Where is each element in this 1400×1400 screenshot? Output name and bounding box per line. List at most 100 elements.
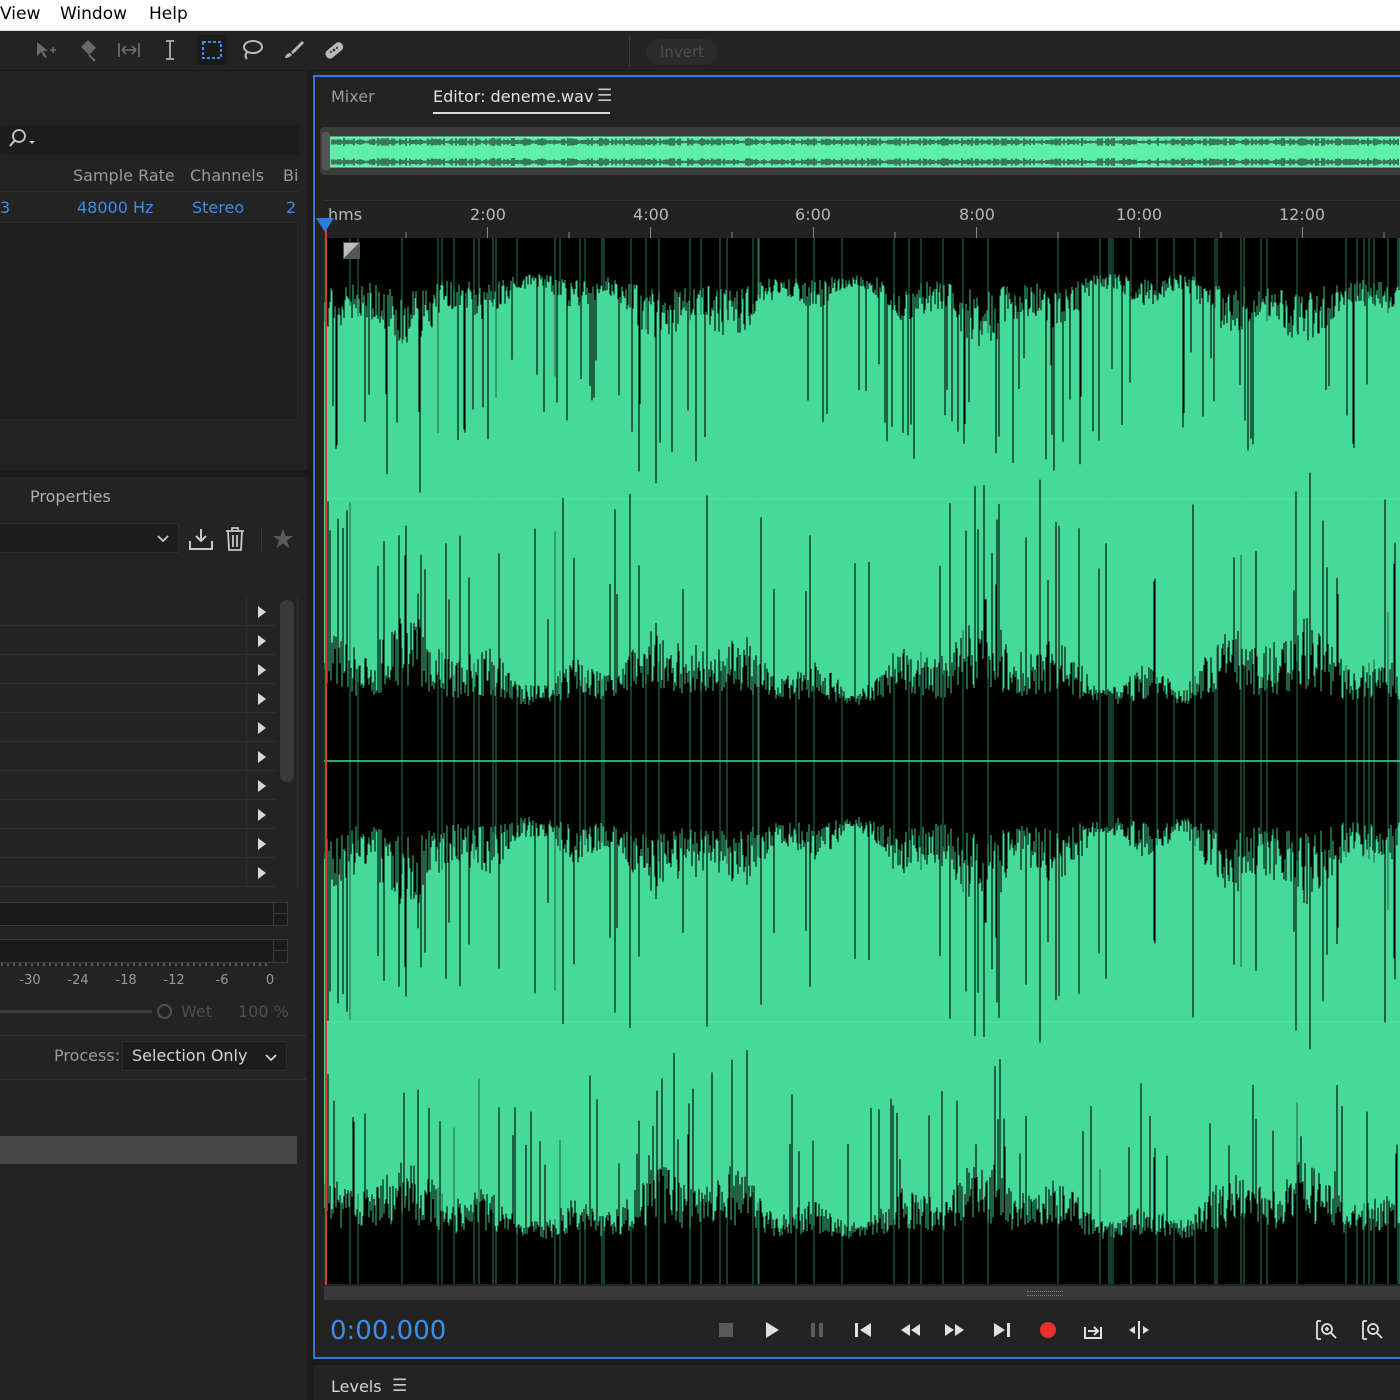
files-search-input[interactable] [0, 125, 299, 155]
meter-peak-cap [273, 940, 287, 962]
loop-playback-icon[interactable] [1078, 1315, 1108, 1345]
pause-icon[interactable] [802, 1315, 832, 1345]
ruler-time-label: 6:00 [795, 205, 831, 224]
meter-peak-cap [273, 903, 287, 925]
waveform-overview[interactable] [320, 127, 1400, 175]
effect-slot[interactable] [0, 800, 277, 829]
wet-slider-track[interactable] [0, 1010, 152, 1013]
file-row-channels: Stereo [192, 198, 245, 217]
stop-icon[interactable] [711, 1315, 741, 1345]
marquee-selection-icon[interactable] [197, 35, 227, 65]
effect-slot[interactable] [0, 829, 277, 858]
menu-help[interactable]: Help [149, 4, 188, 24]
wet-value[interactable]: 100 % [238, 1002, 289, 1021]
skip-to-start-icon[interactable] [848, 1315, 878, 1345]
menu-window[interactable]: Window [60, 4, 127, 24]
output-level-meter [0, 939, 288, 963]
chevron-down-icon [156, 527, 170, 553]
playhead[interactable] [325, 225, 327, 1285]
wet-slider-knob[interactable] [157, 1004, 172, 1019]
expand-arrow-icon[interactable] [246, 655, 277, 684]
skip-selection-icon[interactable] [1124, 1315, 1154, 1345]
panel-menu-icon[interactable]: ☰ [392, 1376, 407, 1396]
expand-arrow-icon[interactable] [246, 684, 277, 713]
file-row-cell: 3 [0, 198, 11, 217]
tab-editor[interactable]: Editor: deneme.wav [433, 87, 593, 106]
expand-arrow-icon[interactable] [246, 597, 277, 626]
history-selected-row[interactable] [0, 1136, 297, 1164]
tab-properties[interactable]: Properties [30, 487, 111, 506]
playhead-handle[interactable] [316, 218, 334, 232]
chevron-down-icon [264, 1046, 278, 1072]
column-bit-depth[interactable]: Bi [283, 166, 298, 185]
brush-selection-icon[interactable] [278, 35, 308, 65]
scrollbar-grip[interactable] [1027, 1291, 1063, 1296]
effect-slot[interactable] [0, 858, 277, 887]
effect-slot[interactable] [0, 626, 277, 655]
rewind-icon[interactable] [895, 1315, 925, 1345]
zoom-out-amplitude-icon[interactable] [1357, 1315, 1387, 1345]
editor-bottom-divider[interactable] [313, 1359, 1400, 1365]
overview-zoom-handle[interactable] [322, 132, 330, 170]
waveform-display[interactable] [324, 238, 1400, 1284]
delete-preset-icon[interactable] [221, 525, 249, 553]
menu-bar: View Window Help [0, 0, 1400, 31]
panel-divider[interactable] [0, 470, 307, 477]
tab-levels[interactable]: Levels [331, 1377, 382, 1396]
move-icon[interactable] [30, 35, 60, 65]
waveform-top-clip [324, 238, 1400, 493]
expand-arrow-icon[interactable] [246, 771, 277, 800]
effect-slot[interactable] [0, 742, 277, 771]
file-row-sample-rate: 48000 Hz [77, 198, 154, 217]
spot-healing-icon[interactable] [319, 35, 349, 65]
expand-arrow-icon[interactable] [246, 626, 277, 655]
expand-arrow-icon[interactable] [246, 858, 277, 887]
ruler-time-label: 12:00 [1278, 205, 1326, 224]
expand-arrow-icon[interactable] [246, 829, 277, 858]
wet-label: Wet [181, 1002, 212, 1021]
invert-button[interactable]: Invert [646, 39, 718, 65]
play-icon[interactable] [756, 1315, 786, 1345]
effect-slot[interactable] [0, 713, 277, 742]
effect-slot[interactable] [0, 655, 277, 684]
lasso-selection-icon[interactable] [237, 35, 267, 65]
effects-rack [0, 597, 277, 887]
time-selection-icon[interactable] [155, 35, 185, 65]
input-level-meter [0, 902, 288, 926]
toolbar-separator [629, 35, 630, 67]
effect-slot[interactable] [0, 771, 277, 800]
files-list [0, 222, 298, 420]
expand-arrow-icon[interactable] [246, 713, 277, 742]
slip-icon[interactable] [114, 35, 144, 65]
skip-to-end-icon[interactable] [987, 1315, 1017, 1345]
toolbar: Invert [0, 31, 1400, 71]
record-icon[interactable] [1033, 1315, 1063, 1345]
expand-arrow-icon[interactable] [246, 742, 277, 771]
ruler-time-label: 4:00 [633, 205, 669, 224]
favorite-star-icon[interactable] [269, 525, 297, 553]
file-row-bit-depth: 2 [286, 198, 297, 217]
razor-icon[interactable] [73, 35, 103, 65]
fast-forward-icon[interactable] [940, 1315, 970, 1345]
rack-scrollbar[interactable] [280, 600, 294, 782]
channel-toggle-icon[interactable] [343, 242, 360, 259]
active-tab-indicator [433, 112, 610, 114]
panel-menu-icon[interactable]: ☰ [597, 86, 612, 106]
preset-dropdown[interactable] [0, 523, 179, 553]
preset-separator [261, 527, 262, 551]
process-label: Process: [54, 1046, 121, 1065]
current-time-display[interactable]: 0:00.000 [330, 1316, 446, 1346]
effect-slot[interactable] [0, 597, 277, 626]
horizontal-scrollbar[interactable] [324, 1286, 1400, 1300]
save-preset-icon[interactable] [187, 525, 215, 553]
expand-arrow-icon[interactable] [246, 800, 277, 829]
column-sample-rate[interactable]: Sample Rate [73, 166, 175, 185]
column-channels[interactable]: Channels [190, 166, 264, 185]
effect-slot[interactable] [0, 684, 277, 713]
menu-view[interactable]: View [0, 4, 40, 24]
zoom-in-amplitude-icon[interactable] [1311, 1315, 1341, 1345]
tab-mixer[interactable]: Mixer [331, 87, 375, 106]
process-dropdown[interactable]: Selection Only [122, 1041, 287, 1071]
meter-scale-label: -12 [163, 973, 185, 988]
waveform-bottom-clip [324, 1050, 1400, 1284]
